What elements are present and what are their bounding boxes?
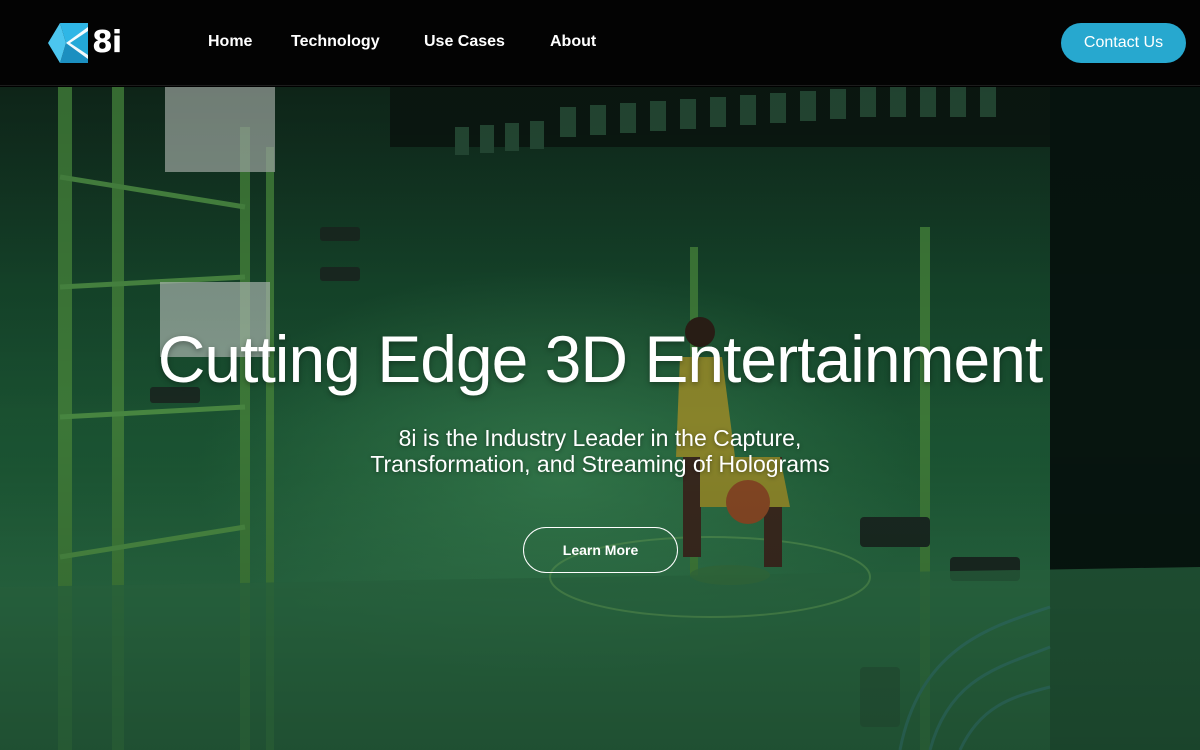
hero-title: Cutting Edge 3D Entertainment xyxy=(157,322,1044,396)
hero-section: Cutting Edge 3D Entertainment 8i is the … xyxy=(0,87,1200,750)
hero-overlay xyxy=(0,87,1200,750)
nav-technology[interactable]: Technology xyxy=(291,32,380,52)
nav-home[interactable]: Home xyxy=(208,32,252,52)
logo-text: 8i xyxy=(92,25,122,60)
learn-more-button[interactable]: Learn More xyxy=(523,527,678,573)
contact-us-button[interactable]: Contact Us xyxy=(1061,23,1186,63)
hero-subtitle-line-1: 8i is the Industry Leader in the Capture… xyxy=(398,425,802,451)
logo-mark-icon xyxy=(48,23,88,63)
site-header: 8i Home Technology Use Cases About Conta… xyxy=(0,0,1200,86)
nav-about[interactable]: About xyxy=(550,32,596,52)
nav-use-cases[interactable]: Use Cases xyxy=(424,32,505,52)
hero-subtitle: 8i is the Industry Leader in the Capture… xyxy=(0,425,1200,477)
hero-subtitle-line-2: Transformation, and Streaming of Hologra… xyxy=(370,451,830,477)
logo[interactable]: 8i xyxy=(48,23,124,63)
